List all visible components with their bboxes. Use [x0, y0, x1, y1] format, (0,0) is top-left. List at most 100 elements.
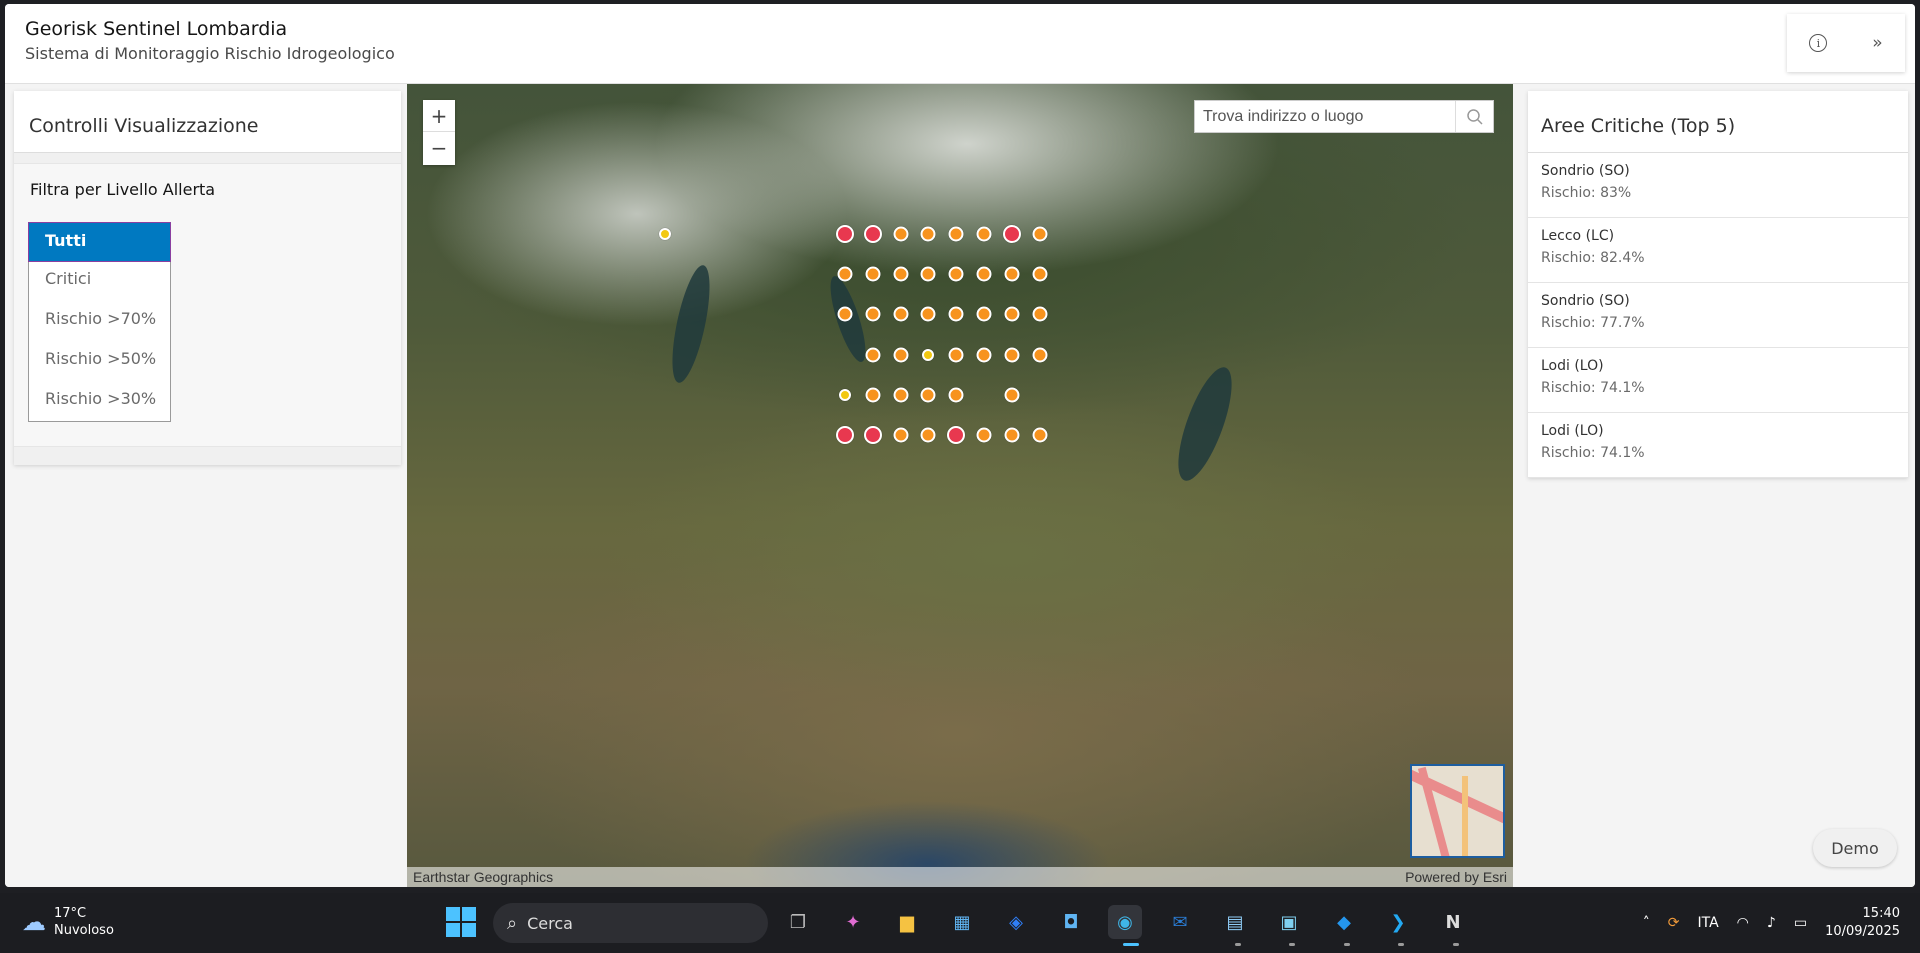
risk-marker[interactable] [893, 387, 909, 403]
area-name: Sondrio (SO) [1541, 293, 1630, 309]
risk-marker[interactable] [1032, 347, 1048, 363]
demo-button[interactable]: Demo [1813, 829, 1897, 867]
info-icon[interactable]: i [1809, 34, 1828, 52]
critical-area-item[interactable]: Sondrio (SO) Rischio: 77.7% [1528, 283, 1908, 348]
zoom-in-button[interactable]: + [423, 100, 455, 132]
critical-area-item[interactable]: Lecco (LC) Rischio: 82.4% [1528, 218, 1908, 283]
risk-marker[interactable] [948, 226, 964, 242]
chevron-up-icon[interactable]: ˄ [1643, 915, 1650, 931]
risk-marker[interactable] [864, 225, 882, 243]
risk-marker[interactable] [893, 226, 909, 242]
critical-area-item[interactable]: Lodi (LO) Rischio: 74.1% [1528, 348, 1908, 413]
control-panel-icon[interactable]: ▣ [1272, 905, 1306, 939]
filter-option-risk-50[interactable]: Rischio >50% [29, 341, 170, 381]
risk-marker[interactable] [837, 306, 853, 322]
taskbar-search[interactable]: ⌕ Cerca [493, 903, 768, 943]
risk-marker[interactable] [865, 387, 881, 403]
overview-minimap[interactable] [1410, 764, 1505, 858]
risk-marker[interactable] [976, 226, 992, 242]
volume-icon[interactable]: ♪ [1767, 915, 1776, 931]
risk-marker[interactable] [948, 387, 964, 403]
risk-marker[interactable] [893, 306, 909, 322]
risk-marker[interactable] [1003, 225, 1021, 243]
alert-level-listbox[interactable]: Tutti Critici Rischio >70% Rischio >50% … [28, 222, 171, 422]
risk-marker[interactable] [976, 347, 992, 363]
vscode-icon[interactable]: ❯ [1381, 905, 1415, 939]
dropbox-icon[interactable]: ◈ [999, 905, 1033, 939]
risk-marker[interactable] [1004, 306, 1020, 322]
edge-browser-icon[interactable]: ◉ [1108, 905, 1142, 939]
critical-area-item[interactable]: Lodi (LO) Rischio: 74.1% [1528, 413, 1908, 478]
mouse-app-icon[interactable]: ◘ [1054, 905, 1088, 939]
risk-marker[interactable] [1004, 427, 1020, 443]
windows-start-icon[interactable] [446, 907, 476, 937]
microsoft-store-icon[interactable]: ▦ [945, 905, 979, 939]
docker-icon[interactable]: ◆ [1327, 905, 1361, 939]
risk-marker[interactable] [864, 426, 882, 444]
risk-marker[interactable] [976, 306, 992, 322]
risk-marker[interactable] [948, 266, 964, 282]
risk-marker[interactable] [920, 427, 936, 443]
filter-option-risk-70[interactable]: Rischio >70% [29, 301, 170, 341]
task-view-icon[interactable]: ❐ [781, 905, 815, 939]
satellite-map[interactable]: + − Earthstar Geographics Powered by Esr… [407, 84, 1513, 887]
risk-marker[interactable] [865, 266, 881, 282]
risk-marker[interactable] [837, 266, 853, 282]
attribution-powered-by[interactable]: Powered by Esri [1405, 869, 1507, 885]
copilot-icon[interactable]: ✦ [836, 905, 870, 939]
outlook-icon[interactable]: ✉ [1163, 905, 1197, 939]
risk-marker[interactable] [893, 347, 909, 363]
risk-marker[interactable] [976, 427, 992, 443]
filter-option-critical[interactable]: Critici [29, 261, 170, 301]
risk-marker[interactable] [976, 266, 992, 282]
risk-marker[interactable] [893, 266, 909, 282]
battery-icon[interactable]: ▭ [1794, 915, 1807, 931]
risk-marker[interactable] [1004, 347, 1020, 363]
language-indicator[interactable]: ITA [1698, 915, 1719, 931]
risk-marker[interactable] [893, 427, 909, 443]
controls-title: Controlli Visualizzazione [14, 91, 401, 153]
search-button[interactable] [1455, 101, 1493, 132]
risk-marker[interactable] [948, 306, 964, 322]
risk-marker[interactable] [1032, 266, 1048, 282]
file-explorer-icon[interactable]: ▆ [890, 905, 924, 939]
open-app-indicator [1235, 943, 1241, 946]
area-name: Lecco (LC) [1541, 228, 1615, 244]
risk-marker[interactable] [1032, 226, 1048, 242]
location-search-input[interactable] [1195, 101, 1455, 132]
risk-marker[interactable] [1004, 387, 1020, 403]
weather-widget[interactable]: ☁ 17°C Nuvoloso [22, 905, 114, 939]
risk-marker[interactable] [1004, 266, 1020, 282]
notepad-icon[interactable]: ▤ [1218, 905, 1252, 939]
lake-maggiore [664, 262, 718, 386]
risk-marker[interactable] [948, 347, 964, 363]
risk-marker[interactable] [865, 347, 881, 363]
zoom-control: + − [423, 100, 455, 165]
risk-marker[interactable] [1032, 306, 1048, 322]
risk-marker[interactable] [947, 426, 965, 444]
filter-option-risk-30[interactable]: Rischio >30% [29, 381, 170, 421]
area-risk: Rischio: 74.1% [1541, 380, 1645, 396]
critical-area-item[interactable]: Sondrio (SO) Rischio: 83% [1528, 153, 1908, 218]
risk-marker[interactable] [836, 225, 854, 243]
zoom-out-button[interactable]: − [423, 132, 455, 164]
risk-marker[interactable] [836, 426, 854, 444]
risk-marker[interactable] [920, 387, 936, 403]
risk-marker[interactable] [1032, 427, 1048, 443]
lake-garda [1167, 361, 1243, 487]
wifi-icon[interactable]: ◠ [1737, 915, 1749, 931]
filter-option-all[interactable]: Tutti [28, 222, 171, 262]
risk-marker[interactable] [920, 266, 936, 282]
double-chevron-right-icon[interactable]: » [1872, 33, 1882, 53]
risk-marker[interactable] [920, 226, 936, 242]
notion-icon[interactable]: N [1436, 905, 1470, 939]
risk-marker[interactable] [920, 306, 936, 322]
clock-date: 10/09/2025 [1825, 924, 1900, 939]
risk-marker[interactable] [865, 306, 881, 322]
risk-marker[interactable] [922, 349, 934, 361]
area-risk: Rischio: 82.4% [1541, 250, 1645, 266]
risk-marker[interactable] [839, 389, 851, 401]
risk-marker[interactable] [659, 228, 671, 240]
sync-icon[interactable]: ⟳ [1668, 915, 1680, 931]
clock[interactable]: 15:40 10/09/2025 [1825, 905, 1900, 941]
